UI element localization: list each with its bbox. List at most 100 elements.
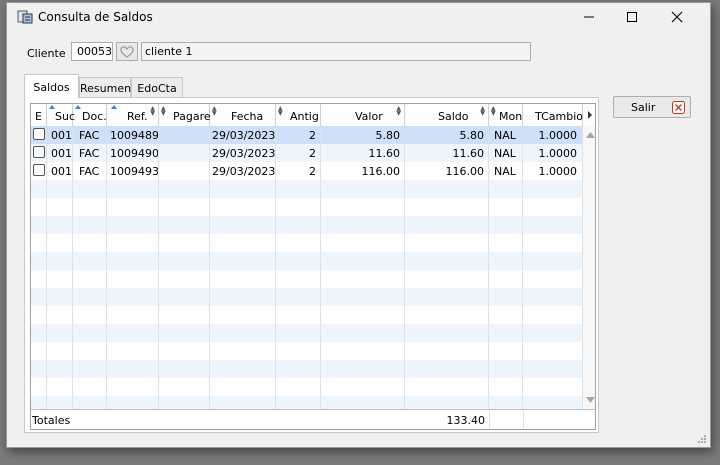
table-row[interactable]	[31, 378, 583, 396]
client-name-field[interactable]: cliente 1	[141, 42, 531, 61]
totals-row: Totales 133.40	[31, 409, 595, 429]
empty-cell	[107, 216, 159, 234]
empty-cell	[276, 342, 321, 360]
empty-cell	[321, 306, 405, 324]
empty-cell	[321, 198, 405, 216]
empty-cell	[107, 270, 159, 288]
empty-cell	[31, 198, 47, 216]
col-header-valor-label: Valor	[355, 110, 383, 123]
salir-button[interactable]: Salir	[613, 96, 691, 118]
tab-resumen[interactable]: Resumen	[79, 77, 131, 97]
empty-cell	[31, 216, 47, 234]
col-header-saldo-label: Saldo	[438, 110, 469, 123]
empty-cell	[405, 216, 489, 234]
table-row[interactable]	[31, 234, 583, 252]
tab-saldos[interactable]: Saldos	[24, 74, 79, 98]
empty-cell	[321, 252, 405, 270]
col-header-mon[interactable]: Mon ▲ ▼	[489, 104, 523, 126]
empty-cell	[47, 324, 73, 342]
row-checkbox[interactable]	[33, 164, 45, 176]
row-checkbox[interactable]	[33, 128, 45, 140]
col-header-antig[interactable]: Antig ▲ ▼	[276, 104, 321, 126]
empty-cell	[107, 288, 159, 306]
cell-e	[31, 144, 47, 162]
empty-cell	[47, 342, 73, 360]
cell-pagare	[159, 126, 210, 144]
scroll-right-button[interactable]	[583, 104, 595, 126]
empty-cell	[73, 360, 107, 378]
close-button[interactable]	[655, 3, 699, 31]
table-row[interactable]	[31, 360, 583, 378]
table-row[interactable]	[31, 342, 583, 360]
empty-cell	[276, 234, 321, 252]
empty-cell	[321, 270, 405, 288]
client-code-field[interactable]: 00053	[71, 42, 113, 61]
empty-cell	[523, 234, 583, 252]
cell-fecha: 29/03/2023	[210, 162, 276, 180]
empty-cell	[210, 378, 276, 396]
cell-pagare	[159, 162, 210, 180]
maximize-button[interactable]	[610, 3, 654, 31]
cell-suc: 001	[47, 162, 73, 180]
empty-cell	[210, 270, 276, 288]
table-row[interactable]	[31, 252, 583, 270]
col-header-valor[interactable]: Valor ▲ ▼	[321, 104, 405, 126]
empty-cell	[210, 234, 276, 252]
table-row[interactable]: 001 FAC 1009489 29/03/2023 2 5.80 5.80 NAL 1.000…	[31, 126, 583, 144]
empty-cell	[489, 252, 523, 270]
col-header-suc[interactable]: Suc	[47, 104, 75, 126]
cell-saldo: 11.60	[405, 144, 489, 162]
table-row[interactable]	[31, 306, 583, 324]
table-row[interactable]	[31, 288, 583, 306]
col-header-ref-label: Ref.	[127, 110, 148, 123]
cell-antig: 2	[276, 126, 321, 144]
empty-cell	[210, 360, 276, 378]
sort-both-icon: ▲ ▼	[480, 105, 485, 117]
empty-cell	[489, 270, 523, 288]
empty-cell	[107, 378, 159, 396]
table-row[interactable]	[31, 324, 583, 342]
minimize-icon	[584, 16, 594, 18]
empty-cell	[47, 306, 73, 324]
empty-cell	[210, 252, 276, 270]
empty-cell	[107, 360, 159, 378]
col-header-doc[interactable]: Doc.	[73, 104, 107, 126]
cell-antig: 2	[276, 144, 321, 162]
row-checkbox[interactable]	[33, 146, 45, 158]
tab-edocta[interactable]: EdoCta	[131, 77, 183, 97]
cell-mon: NAL	[489, 144, 523, 162]
empty-cell	[321, 360, 405, 378]
empty-cell	[47, 378, 73, 396]
empty-cell	[405, 270, 489, 288]
empty-cell	[276, 252, 321, 270]
col-header-fecha[interactable]: Fecha ▲ ▼	[210, 104, 276, 126]
empty-cell	[31, 234, 47, 252]
cell-e	[31, 162, 47, 180]
sort-both-icon: ▲ ▼	[150, 105, 155, 117]
table-row[interactable]: 001 FAC 1009490 29/03/2023 2 11.60 11.60 NAL 1.0…	[31, 144, 583, 162]
col-header-pagare[interactable]: Pagare ▲ ▼	[159, 104, 211, 126]
cell-doc: FAC	[73, 126, 107, 144]
empty-cell	[159, 252, 210, 270]
col-header-tcambio[interactable]: TCambio	[523, 104, 583, 126]
col-header-ref[interactable]: Ref. ▲ ▼	[107, 104, 159, 126]
close-icon	[671, 11, 683, 23]
empty-cell	[276, 216, 321, 234]
resize-grip-icon[interactable]	[697, 434, 707, 444]
table-row[interactable]	[31, 216, 583, 234]
table-row[interactable]	[31, 198, 583, 216]
table-row[interactable]: 001 FAC 1009493 29/03/2023 2 116.00 116.00 NAL 1…	[31, 162, 583, 180]
table-row[interactable]	[31, 270, 583, 288]
col-header-saldo[interactable]: Saldo ▲ ▼	[405, 104, 489, 126]
client-lookup-button[interactable]	[116, 42, 138, 61]
col-header-e[interactable]: E	[31, 104, 47, 126]
empty-cell	[73, 306, 107, 324]
cell-tcambio: 1.0000	[523, 126, 583, 144]
table-row[interactable]	[31, 180, 583, 198]
cell-saldo: 5.80	[405, 126, 489, 144]
empty-cell	[73, 252, 107, 270]
empty-cell	[276, 198, 321, 216]
vertical-scrollbar[interactable]	[583, 126, 595, 409]
empty-cell	[159, 306, 210, 324]
minimize-button[interactable]	[567, 3, 611, 31]
